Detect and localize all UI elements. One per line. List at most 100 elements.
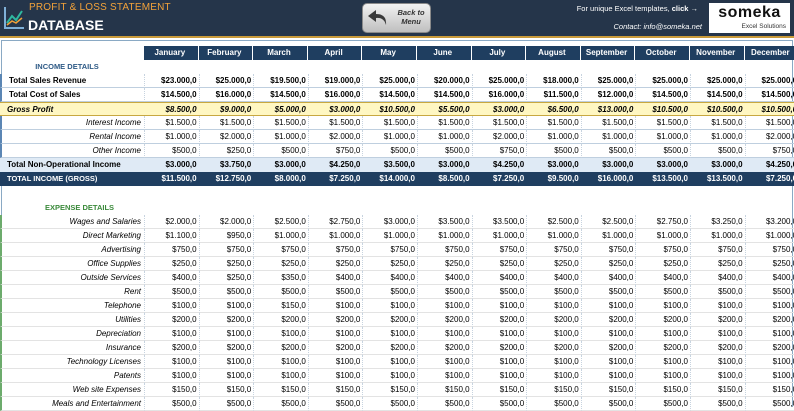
value-cell[interactable]: $100,0	[307, 355, 363, 369]
value-cell[interactable]: $9.000,0	[198, 102, 254, 116]
value-cell[interactable]: $20.000,0	[416, 74, 472, 88]
value-cell[interactable]: $500,0	[253, 397, 308, 411]
value-cell[interactable]: $1.500,0	[253, 116, 308, 130]
value-cell[interactable]: $500,0	[362, 397, 417, 411]
value-cell[interactable]: $500,0	[253, 144, 308, 158]
value-cell[interactable]: $100,0	[416, 355, 472, 369]
value-cell[interactable]: $2.000,0	[744, 130, 794, 144]
value-cell[interactable]: $250,0	[198, 144, 254, 158]
value-cell[interactable]: July	[471, 46, 527, 60]
row-label[interactable]: Gross Profit	[0, 102, 144, 116]
value-cell[interactable]: $2.750,0	[635, 215, 690, 229]
value-cell[interactable]: $2.500,0	[580, 215, 636, 229]
value-cell[interactable]: $100,0	[416, 369, 472, 383]
value-cell[interactable]: $500,0	[580, 144, 636, 158]
value-cell[interactable]: $400,0	[307, 271, 363, 285]
contact-email[interactable]: Contact: info@someka.net	[614, 22, 703, 31]
value-cell[interactable]: $200,0	[744, 341, 794, 355]
value-cell[interactable]: $500,0	[471, 397, 527, 411]
value-cell[interactable]: $500,0	[689, 285, 745, 299]
value-cell[interactable]: $200,0	[635, 341, 690, 355]
value-cell[interactable]: $500,0	[307, 285, 363, 299]
value-cell[interactable]: $100,0	[689, 299, 745, 313]
value-cell[interactable]: $1.000,0	[689, 229, 745, 243]
value-cell[interactable]: $1.000,0	[635, 130, 690, 144]
value-cell[interactable]: $250,0	[416, 257, 472, 271]
value-cell[interactable]: $350,0	[253, 271, 308, 285]
row-label[interactable]: Outside Services	[0, 271, 144, 285]
value-cell[interactable]: $400,0	[471, 271, 527, 285]
value-cell[interactable]: $10.500,0	[689, 102, 745, 116]
value-cell[interactable]: $100,0	[362, 327, 417, 341]
value-cell[interactable]: $3.000,0	[689, 158, 745, 172]
value-cell[interactable]: $3.000,0	[144, 158, 199, 172]
value-cell[interactable]: $14.500,0	[416, 88, 472, 102]
value-cell[interactable]: $400,0	[416, 271, 472, 285]
value-cell[interactable]: $9.500,0	[526, 172, 581, 186]
value-cell[interactable]: $3.500,0	[471, 215, 527, 229]
value-cell[interactable]: $750,0	[253, 243, 308, 257]
value-cell[interactable]: $100,0	[362, 369, 417, 383]
value-cell[interactable]: $1.000,0	[526, 130, 581, 144]
value-cell[interactable]: $750,0	[689, 243, 745, 257]
value-cell[interactable]: $200,0	[744, 313, 794, 327]
value-cell[interactable]: $100,0	[307, 327, 363, 341]
value-cell[interactable]: $200,0	[362, 341, 417, 355]
value-cell[interactable]: $150,0	[144, 383, 199, 397]
value-cell[interactable]: $3.250,0	[689, 215, 745, 229]
value-cell[interactable]: $2.500,0	[253, 215, 308, 229]
value-cell[interactable]: $16.000,0	[198, 88, 254, 102]
value-cell[interactable]: $3.000,0	[253, 158, 308, 172]
brand-logo[interactable]: someka Excel Solutions	[709, 3, 790, 33]
value-cell[interactable]: $500,0	[144, 397, 199, 411]
value-cell[interactable]: $25.000,0	[689, 74, 745, 88]
value-cell[interactable]: $19.500,0	[253, 74, 308, 88]
value-cell[interactable]: $4.250,0	[471, 158, 527, 172]
value-cell[interactable]: $1.000,0	[416, 229, 472, 243]
value-cell[interactable]: $500,0	[580, 285, 636, 299]
value-cell[interactable]: $25.000,0	[635, 74, 690, 88]
value-cell[interactable]: $100,0	[744, 327, 794, 341]
value-cell[interactable]: $500,0	[144, 285, 199, 299]
value-cell[interactable]: $200,0	[689, 313, 745, 327]
row-label[interactable]: Office Supplies	[0, 257, 144, 271]
value-cell[interactable]: $100,0	[744, 299, 794, 313]
value-cell[interactable]: $750,0	[144, 243, 199, 257]
value-cell[interactable]: $100,0	[471, 355, 527, 369]
value-cell[interactable]: $1.500,0	[362, 116, 417, 130]
value-cell[interactable]: $500,0	[144, 144, 199, 158]
value-cell[interactable]: $1.500,0	[580, 116, 636, 130]
value-cell[interactable]: $11.500,0	[526, 88, 581, 102]
value-cell[interactable]: $100,0	[144, 355, 199, 369]
value-cell[interactable]: $7.250,0	[471, 172, 527, 186]
value-cell[interactable]: $100,0	[580, 327, 636, 341]
value-cell[interactable]: $1.000,0	[253, 130, 308, 144]
value-cell[interactable]: $100,0	[307, 299, 363, 313]
value-cell[interactable]: $2.000,0	[471, 130, 527, 144]
value-cell[interactable]: $14.500,0	[253, 88, 308, 102]
value-cell[interactable]: $4.250,0	[307, 158, 363, 172]
value-cell[interactable]: $750,0	[744, 144, 794, 158]
value-cell[interactable]: $3.000,0	[471, 102, 527, 116]
value-cell[interactable]: $16.000,0	[471, 88, 527, 102]
value-cell[interactable]: $150,0	[526, 383, 581, 397]
value-cell[interactable]: $200,0	[144, 313, 199, 327]
value-cell[interactable]: $150,0	[580, 383, 636, 397]
value-cell[interactable]: $100,0	[526, 355, 581, 369]
value-cell[interactable]: $750,0	[307, 243, 363, 257]
value-cell[interactable]: $100,0	[580, 299, 636, 313]
value-cell[interactable]: $100,0	[744, 355, 794, 369]
value-cell[interactable]: $150,0	[362, 383, 417, 397]
value-cell[interactable]: $200,0	[362, 313, 417, 327]
value-cell[interactable]: $250,0	[744, 257, 794, 271]
value-cell[interactable]: $500,0	[416, 285, 472, 299]
value-cell[interactable]: $150,0	[307, 383, 363, 397]
value-cell[interactable]: $100,0	[635, 327, 690, 341]
row-label[interactable]: Interest Income	[0, 116, 144, 130]
value-cell[interactable]: $500,0	[362, 285, 417, 299]
value-cell[interactable]: $12.000,0	[580, 88, 636, 102]
value-cell[interactable]: $100,0	[635, 355, 690, 369]
value-cell[interactable]: $1.000,0	[526, 229, 581, 243]
value-cell[interactable]: $5.500,0	[416, 102, 472, 116]
value-cell[interactable]: $2.750,0	[307, 215, 363, 229]
